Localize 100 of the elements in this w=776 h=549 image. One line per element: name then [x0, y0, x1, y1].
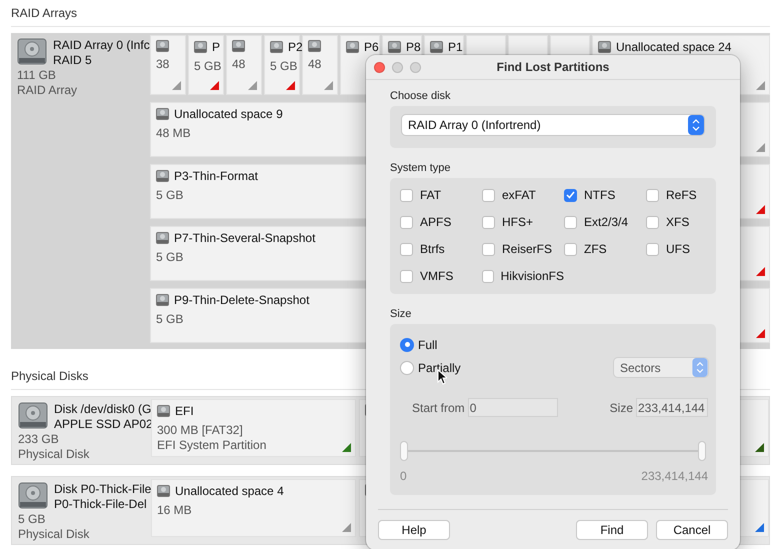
partition-size: 16 MB [157, 503, 192, 518]
stepper-icon [692, 358, 708, 377]
drive-icon [232, 40, 245, 52]
filesystem-checkbox[interactable]: NTFS [564, 188, 646, 202]
filesystem-checkbox[interactable]: exFAT [482, 188, 564, 202]
stepper-icon [688, 115, 704, 135]
partition-tile[interactable]: P2 5 GB [264, 35, 300, 95]
partition-size: 48 MB [156, 126, 191, 141]
dialog-button[interactable]: Find [576, 520, 648, 540]
partition-size: 5 GB [156, 188, 184, 203]
check-icon [566, 191, 575, 199]
disk-size: 111 GB [17, 68, 57, 83]
filesystem-checkbox[interactable]: APFS [400, 215, 482, 229]
partition-name: P2 [288, 40, 303, 54]
drive-icon [270, 41, 283, 53]
partition-size: 38 [156, 57, 170, 72]
filesystem-checkbox[interactable]: HikvisionFS [482, 269, 564, 283]
disk-size: 5 GB [18, 512, 46, 527]
disk-type: Physical Disk [18, 447, 90, 462]
slider-handle[interactable] [400, 441, 408, 461]
dialog-title: Find Lost Partitions [496, 60, 610, 74]
filesystem-checkbox[interactable]: UFS [646, 242, 728, 256]
disk-model: APPLE SSD AP02 [54, 417, 153, 432]
drive-icon [194, 41, 207, 53]
field-label: Size [610, 400, 633, 414]
disk-name: Disk /dev/disk0 (G [54, 402, 152, 417]
slider-handle[interactable] [698, 441, 706, 461]
close-button[interactable] [374, 62, 385, 72]
partition-size: 5 GB [156, 250, 184, 265]
drive-icon [156, 108, 169, 120]
partition-size: 5 GB [156, 312, 184, 327]
partition-tile[interactable]: 48 [226, 35, 262, 95]
filesystem-checkbox[interactable]: ReFS [646, 188, 728, 202]
filesystem-checkbox[interactable]: FAT [400, 188, 482, 202]
partition-name: Unallocated space 24 [616, 40, 732, 54]
partition-tile[interactable]: EFI 300 MB [FAT32] EFI System Partition [151, 399, 356, 457]
unit-select[interactable]: Sectors [614, 358, 708, 377]
partition-tile[interactable]: P 5 GB [188, 35, 224, 95]
group-label: Size [390, 308, 412, 320]
partition-name: P [212, 40, 220, 54]
partition-tile[interactable]: Unallocated space 4 16 MB [151, 479, 356, 537]
hard-drive-icon [18, 402, 48, 429]
hard-drive-icon [17, 38, 47, 65]
partition-size: 5 GB [194, 59, 222, 74]
disk-name: Disk P0-Thick-File [54, 482, 152, 497]
size-mode-radio[interactable]: Partially [400, 360, 461, 374]
dialog-button[interactable]: Help [378, 520, 450, 540]
disk-model: P0-Thick-File-Del [54, 497, 148, 512]
range-slider[interactable] [400, 441, 706, 461]
partition-description: EFI System Partition [157, 438, 266, 453]
filesystem-checkbox[interactable]: ZFS [564, 242, 646, 256]
filesystem-checkbox[interactable]: Ext2/3/4 [564, 215, 646, 229]
minimize-button[interactable] [392, 62, 403, 72]
disk-name: RAID Array 0 (Infc [53, 38, 150, 53]
partition-name: P3-Thin-Format [174, 169, 258, 183]
group-label: Choose disk [390, 90, 452, 102]
size-mode-radio[interactable]: Full [400, 338, 438, 352]
partition-name: EFI [175, 404, 194, 418]
drive-icon [156, 40, 169, 52]
section-title: RAID Arrays [11, 0, 770, 27]
partition-name: P9-Thin-Delete-Snapshot [174, 293, 310, 307]
filesystem-checkbox[interactable]: HFS+ [482, 215, 564, 229]
disk-model: RAID 5 [53, 53, 93, 68]
partition-tile[interactable]: 48 [302, 35, 338, 95]
partition-size: 5 GB [270, 59, 298, 74]
drive-icon [308, 40, 321, 52]
partition-name: Unallocated space 9 [174, 107, 283, 121]
partition-name: P1 [448, 40, 463, 54]
partition-name: Unallocated space 4 [175, 484, 284, 498]
size-field[interactable]: 233,414,144 [636, 398, 708, 417]
field-label: Start from [412, 400, 465, 414]
partition-size: 300 MB [FAT32] [157, 423, 243, 438]
group-label: System type [390, 162, 452, 174]
zoom-button[interactable] [410, 62, 421, 72]
drive-icon [430, 41, 443, 53]
filesystem-checkbox[interactable]: VMFS [400, 269, 482, 283]
hard-drive-icon [18, 482, 48, 509]
disk-size: 233 GB [18, 432, 60, 447]
drive-icon [156, 170, 169, 182]
partition-name: P7-Thin-Several-Snapshot [174, 231, 316, 245]
filesystem-checkbox[interactable]: Btrfs [400, 242, 482, 256]
filesystem-checkbox[interactable]: ReiserFS [482, 242, 564, 256]
disk-select[interactable]: RAID Array 0 (Infortrend) [402, 115, 704, 135]
partition-size: 48 [232, 57, 246, 72]
filesystem-checkbox[interactable]: XFS [646, 215, 728, 229]
range-min-label: 0 [400, 469, 407, 483]
partition-size: 48 [308, 57, 322, 72]
disk-type: RAID Array [17, 83, 78, 98]
partition-name: P8 [406, 40, 421, 54]
partition-name: P6 [364, 40, 379, 54]
dialog-button[interactable]: Cancel [656, 520, 728, 540]
drive-icon [388, 41, 401, 53]
drive-icon [598, 41, 611, 53]
range-max-label: 233,414,144 [641, 469, 708, 483]
drive-icon [346, 41, 359, 53]
drive-icon [156, 294, 169, 306]
drive-icon [157, 485, 170, 497]
disk-type: Physical Disk [18, 527, 90, 542]
start-field[interactable]: 0 [468, 398, 558, 417]
partition-tile[interactable]: 38 [150, 35, 186, 95]
